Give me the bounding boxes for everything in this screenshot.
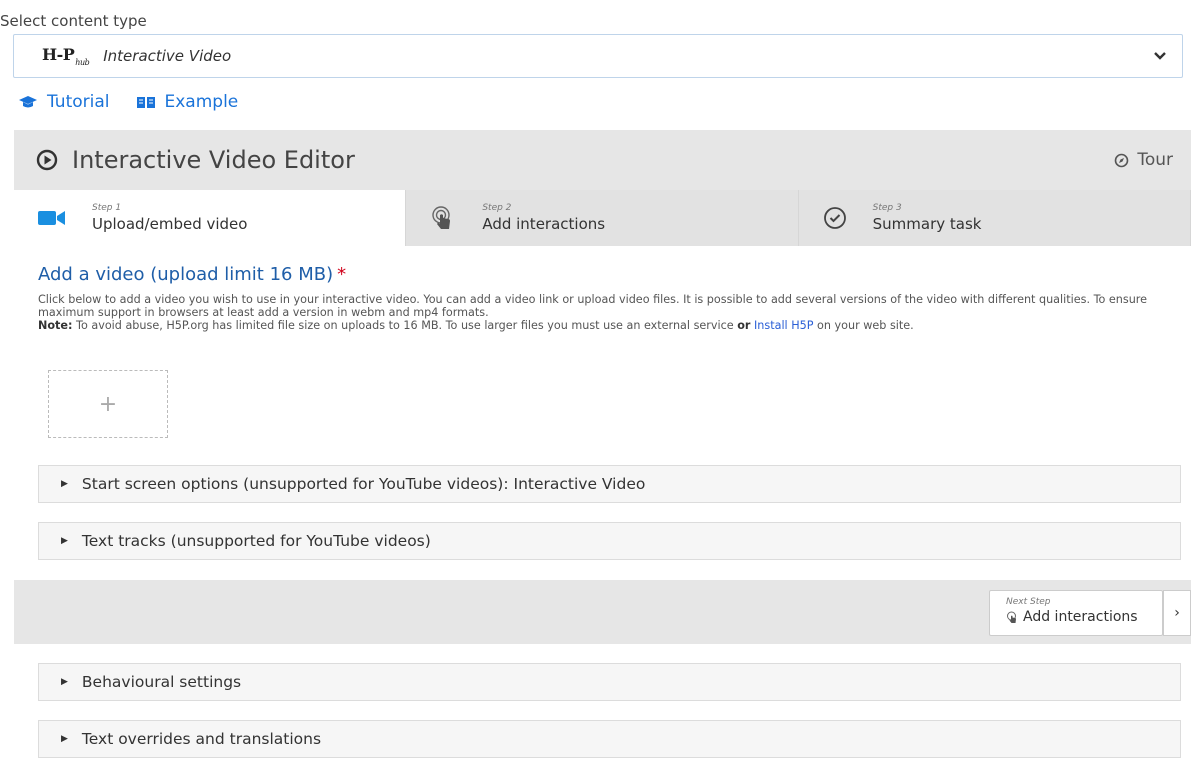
panel-label: Text overrides and translations — [81, 730, 322, 748]
h5p-hub-logo: H-Phub — [42, 45, 90, 67]
video-description: Click below to add a video you wish to u… — [38, 293, 1148, 332]
behavioural-settings-panel[interactable]: ▶ Behavioural settings — [38, 663, 1181, 701]
text-overrides-panel[interactable]: ▶ Text overrides and translations — [38, 720, 1181, 758]
open-book-icon — [136, 97, 155, 108]
or-word: or — [737, 319, 751, 332]
next-step-name: Add interactions — [1023, 609, 1138, 625]
plus-icon: + — [98, 391, 118, 417]
required-mark: * — [337, 264, 347, 285]
step-1-name: Upload/embed video — [92, 215, 248, 233]
tab-step-1[interactable]: Step 1 Upload/embed video — [14, 190, 407, 246]
example-link[interactable]: Example — [136, 92, 239, 112]
panel-label: Start screen options (unsupported for Yo… — [81, 475, 646, 493]
add-video-button[interactable]: + — [48, 370, 168, 438]
expand-triangle-icon: ▶ — [61, 677, 68, 687]
video-section-title: Add a video (upload limit 16 MB) * — [38, 264, 347, 285]
chevron-down-icon[interactable] — [1152, 48, 1168, 64]
tour-label: Tour — [1137, 150, 1173, 170]
content-type-selector[interactable]: H-Phub Interactive Video — [13, 34, 1183, 78]
tutorial-label: Tutorial — [47, 92, 110, 112]
touch-icon — [1007, 611, 1016, 623]
note-label: Note: — [38, 319, 73, 332]
panel-label: Text tracks (unsupported for YouTube vid… — [81, 532, 431, 550]
step-2-name: Add interactions — [482, 215, 606, 233]
step-3-number: Step 3 — [872, 203, 902, 213]
panel-label: Behavioural settings — [81, 673, 242, 691]
example-label: Example — [164, 92, 239, 112]
check-circle-icon — [823, 207, 846, 229]
next-arrow-button[interactable]: › — [1163, 590, 1191, 636]
expand-triangle-icon: ▶ — [61, 479, 68, 489]
video-camera-icon — [38, 211, 65, 225]
text-tracks-panel[interactable]: ▶ Text tracks (unsupported for YouTube v… — [38, 522, 1181, 560]
selected-content-type: Interactive Video — [103, 47, 232, 65]
tab-step-3[interactable]: Step 3 Summary task — [798, 190, 1191, 246]
expand-triangle-icon: ▶ — [61, 734, 68, 744]
editor-title: Interactive Video Editor — [72, 146, 355, 174]
graduation-cap-icon — [19, 96, 37, 108]
next-step-button[interactable]: Next Step Add interactions — [989, 590, 1163, 636]
step-2-number: Step 2 — [482, 203, 512, 213]
tour-button[interactable]: Tour — [1114, 150, 1173, 170]
next-step-label: Next Step — [1006, 597, 1051, 607]
compass-icon — [1115, 153, 1129, 167]
play-circle-icon — [36, 149, 58, 171]
step-1-number: Step 1 — [92, 203, 122, 213]
tab-step-2[interactable]: Step 2 Add interactions — [406, 190, 799, 246]
editor-header: Interactive Video Editor Tour — [14, 130, 1191, 190]
start-screen-options-panel[interactable]: ▶ Start screen options (unsupported for … — [38, 465, 1181, 503]
tutorial-link[interactable]: Tutorial — [18, 92, 110, 112]
expand-triangle-icon: ▶ — [61, 536, 68, 546]
content-type-label: Select content type — [0, 12, 147, 30]
touch-icon — [432, 206, 451, 229]
step-tabs: Step 1 Upload/embed video Step 2 Add int… — [14, 190, 1191, 246]
step-navigation-bar: Next Step Add interactions › — [14, 580, 1191, 644]
chevron-right-icon: › — [1174, 605, 1180, 621]
step-3-name: Summary task — [872, 215, 982, 233]
install-h5p-link[interactable]: Install H5P — [754, 319, 814, 332]
